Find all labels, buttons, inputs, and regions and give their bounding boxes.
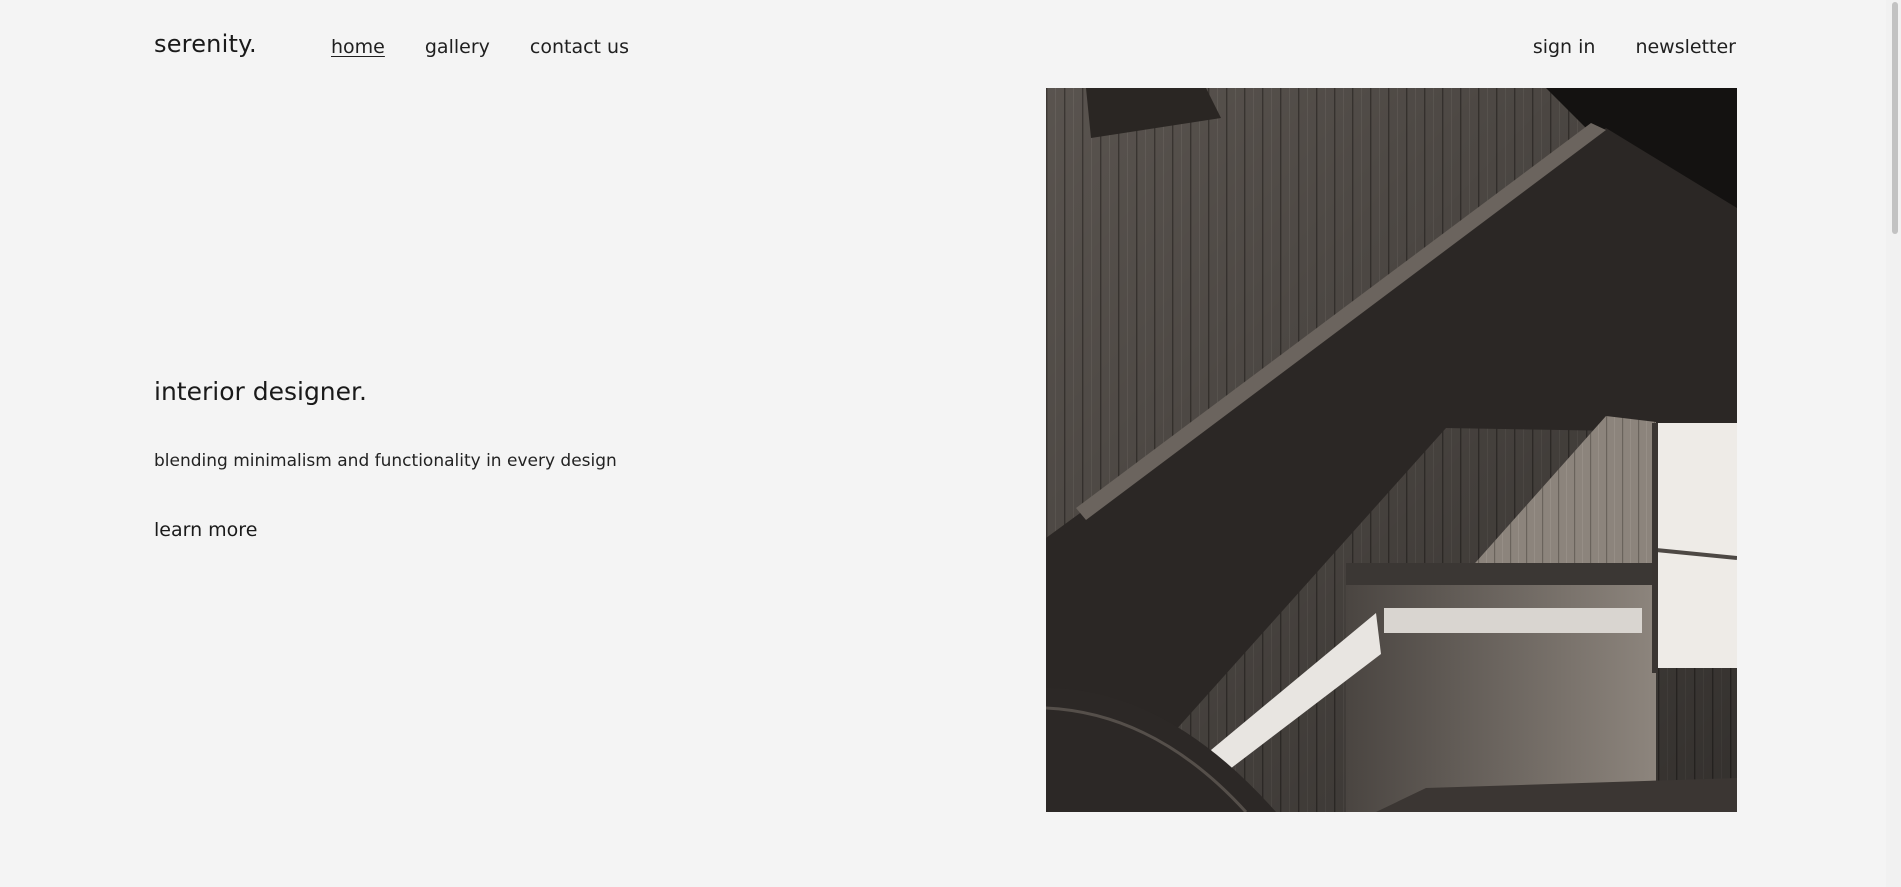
main-nav: home gallery contact us bbox=[331, 36, 629, 58]
hero-image bbox=[1046, 88, 1737, 812]
nav-link-home[interactable]: home bbox=[331, 36, 385, 58]
nav-link-sign-in[interactable]: sign in bbox=[1533, 36, 1596, 58]
scrollbar-thumb[interactable] bbox=[1892, 2, 1898, 234]
learn-more-link[interactable]: learn more bbox=[154, 519, 257, 541]
staircase-photo-icon bbox=[1046, 88, 1737, 812]
nav-link-contact-us[interactable]: contact us bbox=[530, 36, 629, 58]
account-nav: sign in newsletter bbox=[1533, 36, 1736, 58]
page-scrollbar[interactable] bbox=[1886, 0, 1901, 887]
nav-link-gallery[interactable]: gallery bbox=[425, 36, 490, 58]
hero-title: interior designer. bbox=[154, 377, 367, 406]
hero-subtitle: blending minimalism and functionality in… bbox=[154, 451, 617, 471]
page: serenity. home gallery contact us sign i… bbox=[0, 0, 1901, 887]
nav-link-newsletter[interactable]: newsletter bbox=[1635, 36, 1736, 58]
brand-logo[interactable]: serenity. bbox=[154, 30, 257, 58]
